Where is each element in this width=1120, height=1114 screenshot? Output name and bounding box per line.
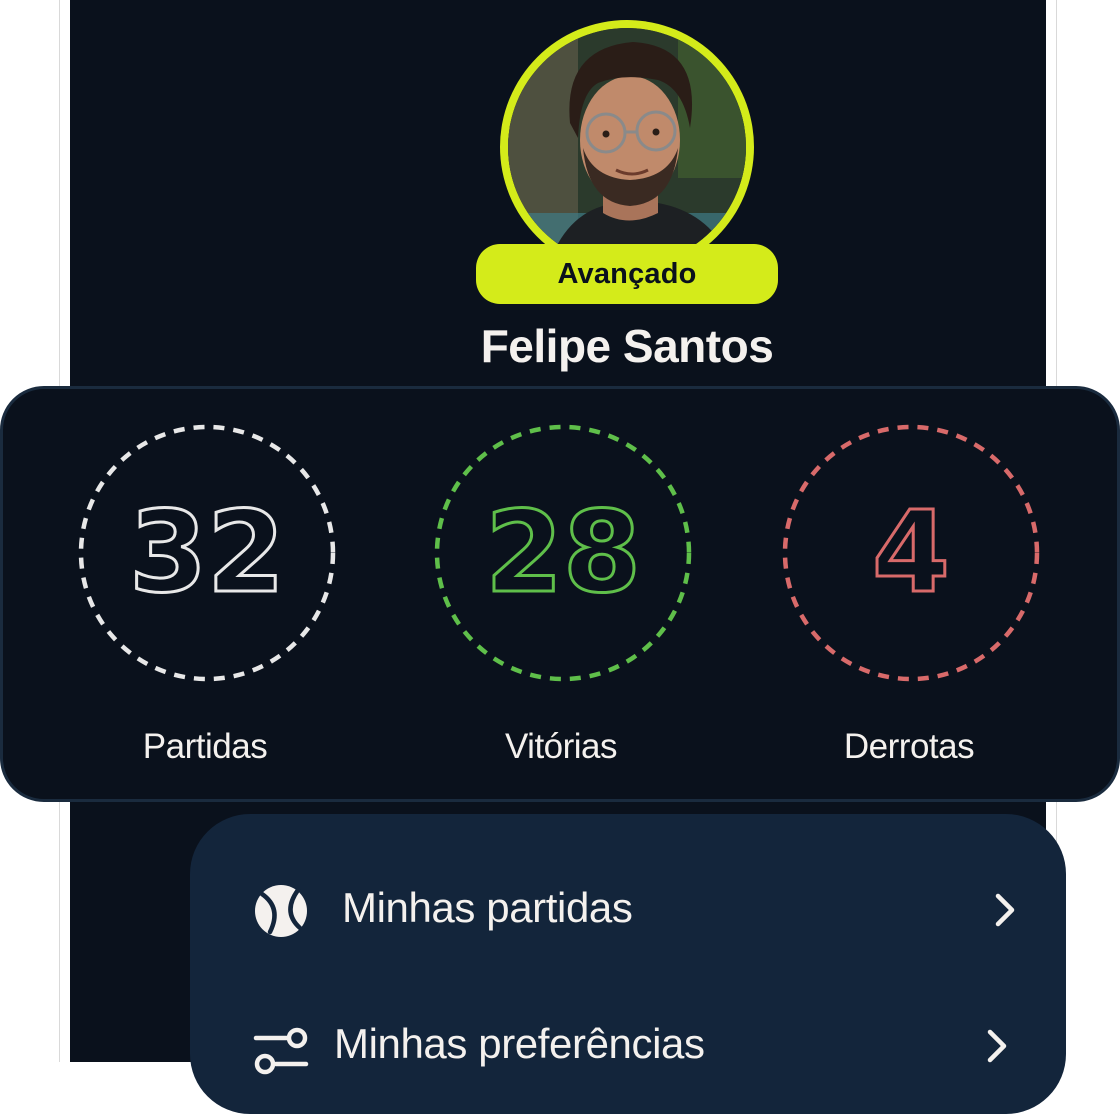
avatar-ring xyxy=(500,20,754,274)
stat-value: 32 xyxy=(129,488,285,618)
stat-label: Derrotas xyxy=(843,727,975,766)
stats-card: 32 Partidas 28 Vitórias 4 Derrotas xyxy=(0,386,1120,802)
stat-ring: 28 xyxy=(434,424,692,682)
chevron-right-icon xyxy=(987,1029,1007,1063)
menu-item-label: Minhas preferências xyxy=(334,1020,705,1067)
stat-label: Partidas xyxy=(142,727,268,766)
menu-item-label: Minhas partidas xyxy=(342,884,633,931)
sliders-icon xyxy=(253,1027,309,1075)
user-name: Felipe Santos xyxy=(480,320,774,372)
stat-losses: 4 Derrotas xyxy=(759,389,1059,799)
menu-item-my-preferences[interactable]: Minhas preferências xyxy=(190,990,1066,1100)
stat-value: 4 xyxy=(872,488,950,618)
stat-value: 28 xyxy=(485,488,641,618)
stat-wins: 28 Vitórias xyxy=(411,389,711,799)
stat-label: Vitórias xyxy=(504,727,618,766)
avatar[interactable] xyxy=(508,28,746,266)
level-badge: Avançado xyxy=(476,244,778,304)
tennis-ball-icon xyxy=(255,885,307,937)
chevron-right-icon xyxy=(995,893,1015,927)
menu-item-my-matches[interactable]: Minhas partidas xyxy=(190,854,1066,964)
menu-card: Minhas partidas Minhas preferências xyxy=(190,814,1066,1114)
stat-matches: 32 Partidas xyxy=(55,389,355,799)
stat-ring: 32 xyxy=(78,424,336,682)
stat-ring: 4 xyxy=(782,424,1040,682)
